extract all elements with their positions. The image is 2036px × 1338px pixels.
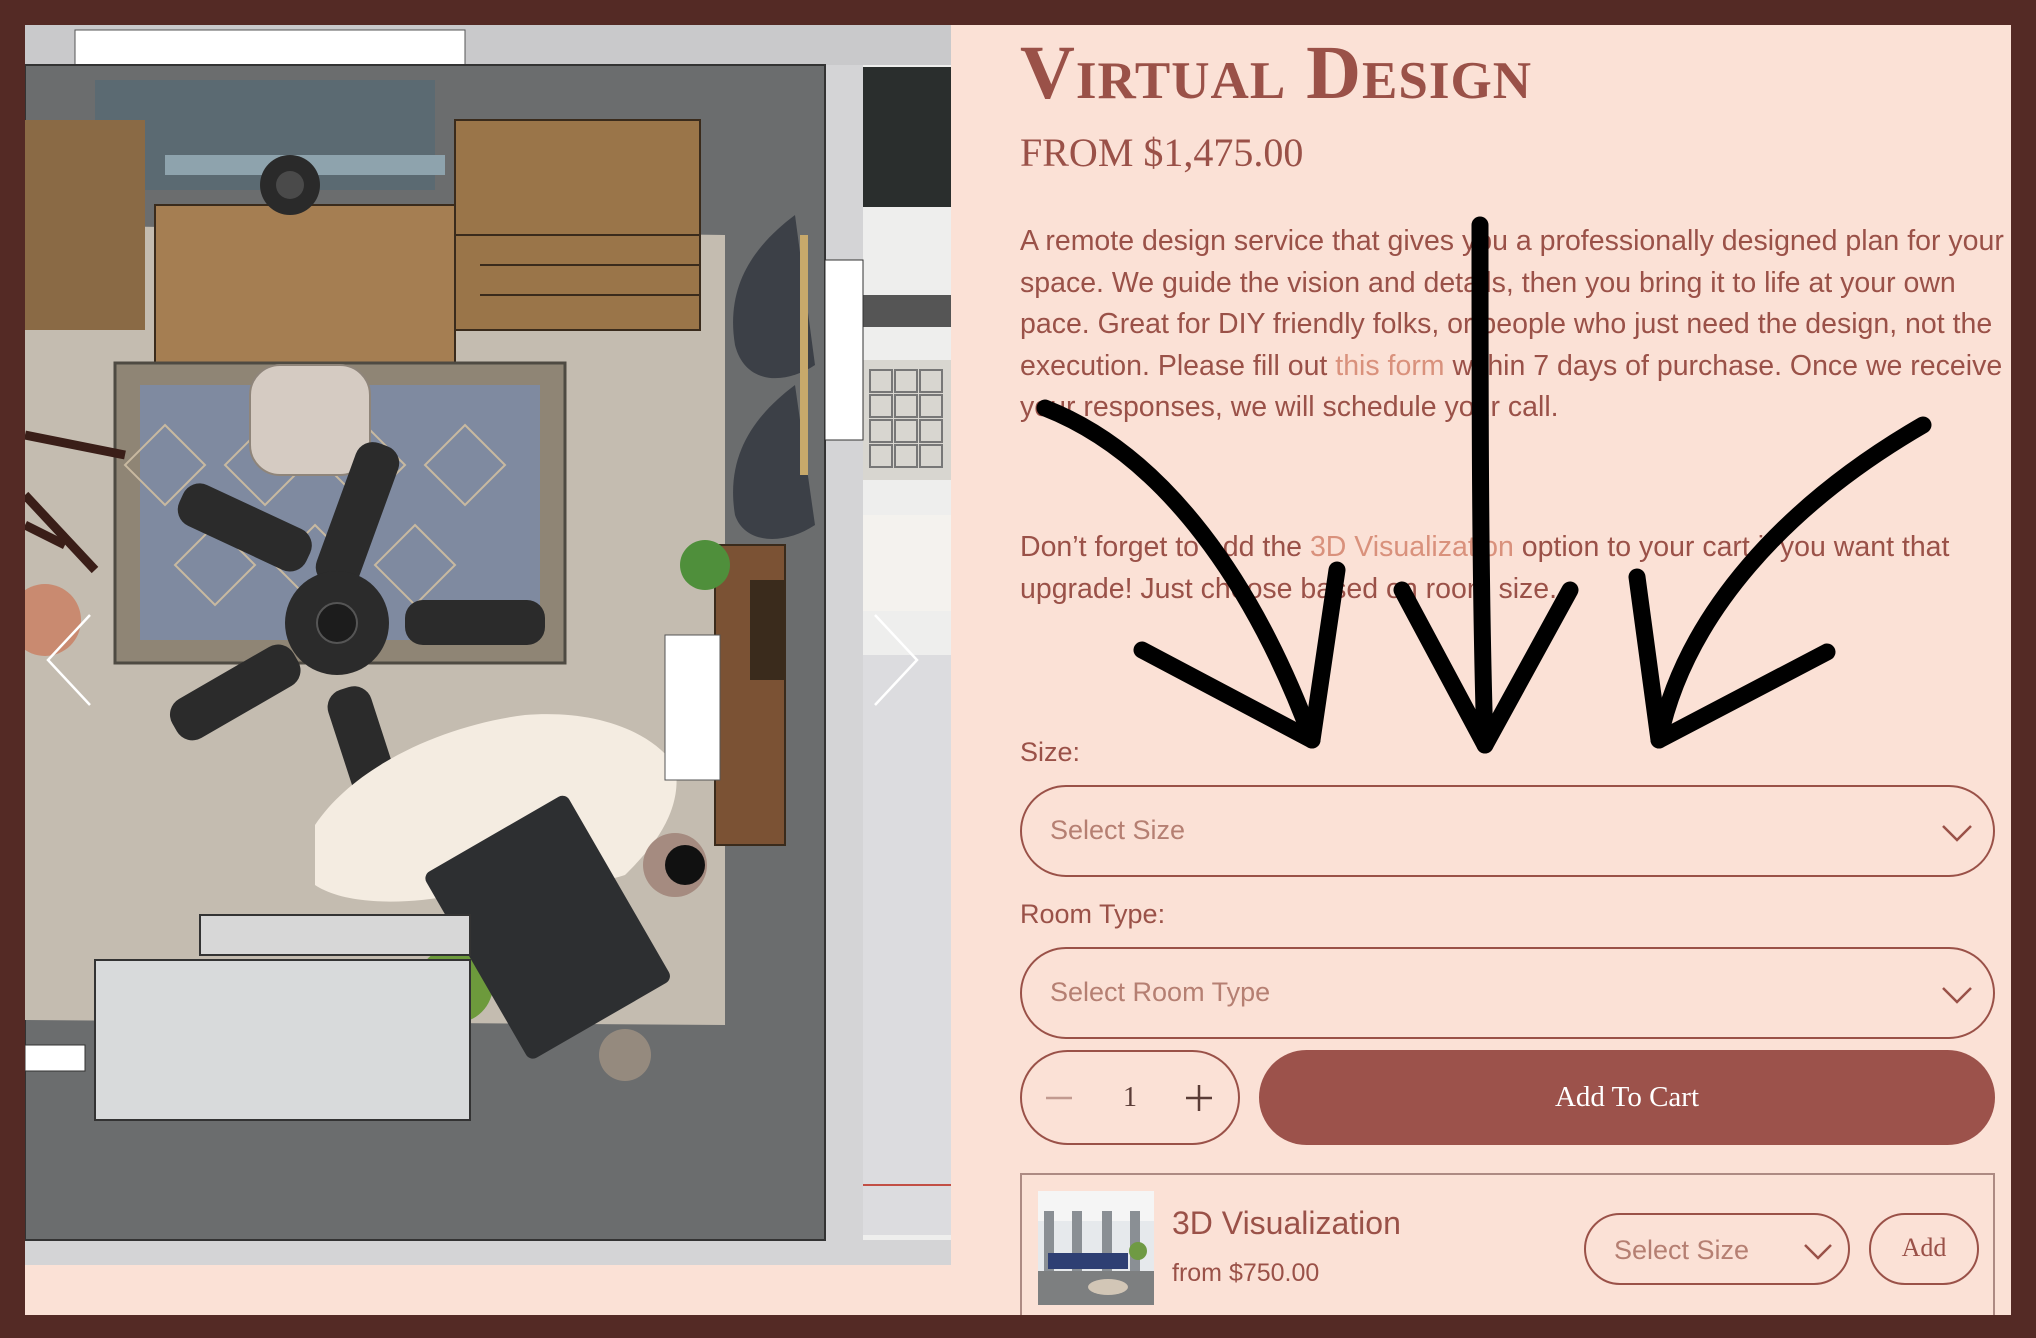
room-type-select-placeholder: Select Room Type: [1050, 977, 1271, 1007]
product-gallery: [25, 25, 951, 1265]
chevron-down-icon: [1942, 987, 1972, 1004]
product-price: FROM $1,475.00: [1020, 130, 1304, 175]
product-description: A remote design service that gives you a…: [1020, 221, 2010, 429]
addon-card: 3D Visualization from $750.00 Select Siz…: [1020, 1173, 1995, 1315]
minus-icon[interactable]: [1036, 1075, 1082, 1121]
size-label: Size:: [1020, 737, 1081, 767]
room-type-select[interactable]: Select Room Type: [1020, 947, 1995, 1039]
product-title: Virtual Design: [1020, 31, 1533, 115]
upgrade-reminder: Don’t forget to add the 3D Visualization…: [1020, 527, 2010, 610]
room-type-label: Room Type:: [1020, 899, 1166, 929]
size-select-placeholder: Select Size: [1050, 815, 1186, 845]
form-link[interactable]: this form: [1335, 350, 1444, 382]
size-select[interactable]: Select Size: [1020, 785, 1995, 877]
floor-plan-image: [25, 25, 951, 1265]
addon-price: from $750.00: [1172, 1259, 1320, 1287]
quantity-stepper: 1: [1020, 1050, 1240, 1145]
page-frame: Virtual Design FROM $1,475.00 A remote d…: [25, 25, 2011, 1315]
addon-title: 3D Visualization: [1172, 1205, 1401, 1241]
chevron-down-icon: [1804, 1244, 1832, 1260]
chevron-down-icon: [1942, 825, 1972, 842]
addon-size-placeholder: Select Size: [1614, 1235, 1750, 1265]
reminder-text: Don’t forget to add the: [1020, 531, 1310, 563]
addon-size-select[interactable]: Select Size: [1584, 1213, 1850, 1285]
3d-visualization-link[interactable]: 3D Visualization: [1310, 531, 1514, 563]
chevron-right-icon[interactable]: [865, 610, 925, 710]
plus-icon[interactable]: [1176, 1075, 1222, 1121]
chevron-left-icon[interactable]: [40, 610, 100, 710]
quantity-value[interactable]: 1: [1102, 1082, 1158, 1114]
add-to-cart-button[interactable]: Add To Cart: [1259, 1050, 1995, 1145]
product-panel: Virtual Design FROM $1,475.00 A remote d…: [1020, 25, 2010, 1315]
addon-add-button[interactable]: Add: [1869, 1213, 1979, 1285]
3d-visualization-thumbnail: [1038, 1191, 1154, 1305]
